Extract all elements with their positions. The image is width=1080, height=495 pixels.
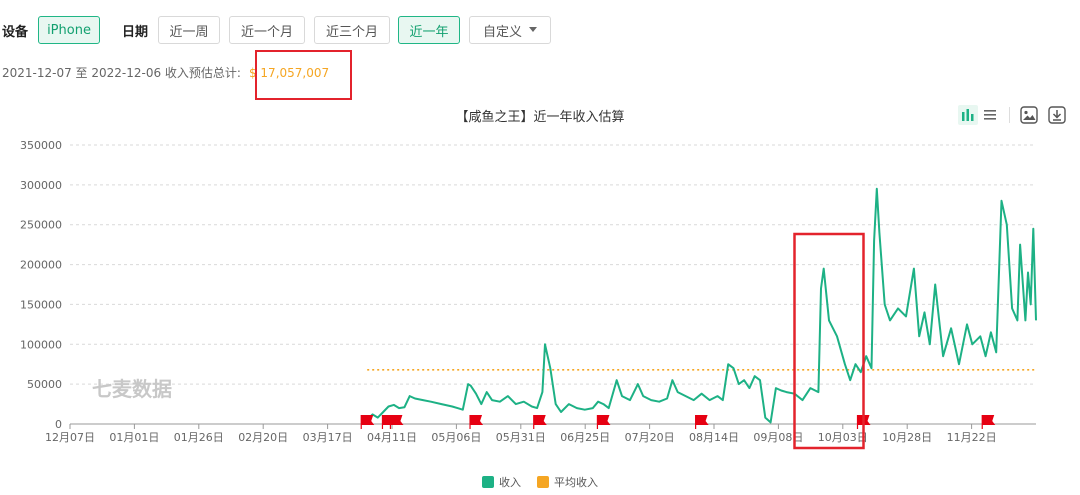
x-axis-ticks: 12月07日 01月01日 01月26日 02月20日 03月17日 04月11日 05月0… (45, 424, 997, 444)
x-tick-label: 10月03日 (818, 431, 868, 444)
revenue-line (366, 187, 1037, 424)
x-tick-label: 07月20日 (625, 431, 675, 444)
highlight-box (793, 232, 865, 450)
y-axis-ticks: 0 50000 100000 150000 200000 250000 300000 3500… (20, 139, 62, 431)
chart-legend: 收入 平均收入 (0, 474, 1080, 490)
x-tick-label: 09月08日 (753, 431, 803, 444)
flag-shape (470, 415, 484, 425)
flag-icon (695, 415, 709, 429)
watermark: 七麦数据 (92, 377, 172, 401)
flag-icon (596, 415, 611, 429)
y-tick-label: 100000 (20, 338, 62, 351)
flag-shape (597, 415, 611, 425)
y-tick-label: 250000 (20, 219, 62, 232)
x-tick-label: 04月11日 (367, 431, 417, 444)
flag-icon (469, 415, 484, 429)
revenue-chart: 0 50000 100000 150000 200000 250000 300000 3500… (20, 139, 1037, 450)
flag-shape (533, 415, 547, 425)
y-tick-label: 300000 (20, 179, 62, 192)
x-tick-label: 10月28日 (882, 431, 932, 444)
flag-icon (533, 415, 547, 429)
y-tick-label: 350000 (20, 139, 62, 152)
legend-label-average: 平均收入 (554, 476, 598, 489)
legend-label-revenue: 收入 (499, 476, 521, 489)
flag-shape (982, 415, 996, 425)
y-tick-label: 150000 (20, 298, 62, 311)
x-tick-label: 01月01日 (109, 431, 159, 444)
flag-shape (695, 415, 709, 425)
x-tick-label: 05月06日 (431, 431, 481, 444)
legend-swatch-average (537, 476, 549, 488)
x-tick-label: 11月22日 (947, 431, 997, 444)
y-tick-label: 50000 (27, 378, 62, 391)
x-tick-label: 03月17日 (303, 431, 353, 444)
x-tick-label: 01月26日 (174, 431, 224, 444)
legend-item-revenue[interactable]: 收入 (482, 474, 521, 490)
y-tick-label: 200000 (20, 259, 62, 272)
x-tick-label: 08月14日 (689, 431, 739, 444)
y-tick-label: 0 (55, 418, 62, 431)
flag-icon (360, 415, 375, 429)
x-tick-label: 06月25日 (560, 431, 610, 444)
flag-shape (361, 415, 375, 425)
flag-icon (981, 415, 996, 429)
legend-swatch-revenue (482, 476, 494, 488)
legend-item-average[interactable]: 平均收入 (537, 474, 598, 490)
flag-shape (390, 415, 404, 425)
x-tick-label: 05月31日 (496, 431, 546, 444)
x-tick-label: 02月20日 (238, 431, 288, 444)
x-tick-label: 12月07日 (45, 431, 95, 444)
